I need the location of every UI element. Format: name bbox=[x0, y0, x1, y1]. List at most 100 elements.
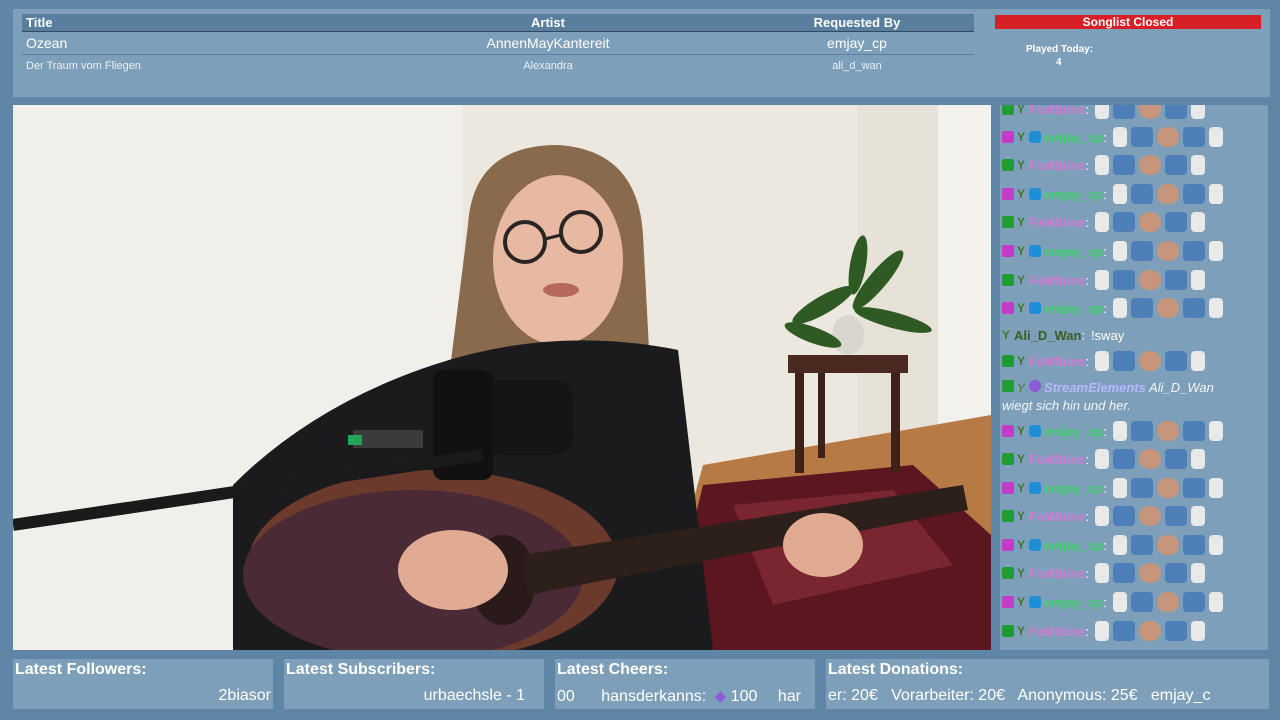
chat-message: Yemjay_cp: bbox=[1002, 239, 1227, 263]
chat-emote-icon bbox=[1190, 621, 1205, 641]
sprout-badge-icon: Y bbox=[1017, 424, 1026, 438]
songlist-panel: Title Artist Requested By Ozean AnnenMay… bbox=[13, 9, 1270, 97]
chat-username[interactable]: FaMIbine bbox=[1029, 354, 1085, 369]
chat-colon: : bbox=[1103, 300, 1107, 316]
chat-message: Yemjay_cp: bbox=[1002, 296, 1227, 320]
chat-emote-icon bbox=[1208, 241, 1223, 261]
chat-username[interactable]: FaMIbine bbox=[1029, 105, 1085, 117]
chat-emote-icon bbox=[1164, 270, 1187, 290]
chat-emote-icon bbox=[1190, 351, 1205, 371]
chat-emote-icon bbox=[1112, 421, 1127, 441]
subscriber-badge-icon bbox=[1029, 302, 1042, 314]
chat-emote-icon bbox=[1182, 535, 1205, 555]
chat-colon: : bbox=[1103, 129, 1107, 145]
cheer-user: hansderkanns: bbox=[601, 688, 707, 705]
chat-username[interactable]: emjay_cp bbox=[1044, 595, 1103, 610]
chat-emote-icon bbox=[1130, 421, 1153, 441]
chat-message: Yemjay_cp: bbox=[1002, 476, 1227, 500]
sprout-badge-icon: Y bbox=[1017, 105, 1026, 116]
mod-badge-icon bbox=[1002, 380, 1014, 392]
chat-username[interactable]: emjay_cp bbox=[1044, 424, 1103, 439]
chat-colon: : bbox=[1081, 327, 1086, 343]
donations-ticker: er: 20€ Vorarbeiter: 20€ Anonymous: 25€ … bbox=[828, 687, 1211, 704]
chat-username[interactable]: FaMIbine bbox=[1029, 215, 1085, 230]
chat-emote-icon bbox=[1138, 351, 1161, 371]
chat-emote-icon bbox=[1130, 478, 1153, 498]
sprout-badge-icon: Y bbox=[1017, 624, 1026, 638]
chat-emote-icon bbox=[1208, 184, 1223, 204]
widget-title: Latest Cheers: bbox=[557, 661, 669, 678]
header-requested-by: Requested By bbox=[813, 15, 901, 30]
chat-emote-icon bbox=[1112, 351, 1135, 371]
chat-emote-icon bbox=[1156, 421, 1179, 441]
sprout-badge-icon: Y bbox=[1017, 354, 1026, 368]
chat-emote-icon bbox=[1094, 449, 1109, 469]
chat-emote-icon bbox=[1112, 449, 1135, 469]
chat-emote-icon bbox=[1182, 421, 1205, 441]
chat-emote-icon bbox=[1112, 127, 1127, 147]
chat-emote-icon bbox=[1190, 506, 1205, 526]
video-feed bbox=[13, 105, 991, 650]
chat-emote-icon bbox=[1182, 592, 1205, 612]
chat-emote-icon bbox=[1138, 212, 1161, 232]
sprout-badge-icon: Y bbox=[1017, 381, 1026, 395]
subscriber-badge-icon bbox=[1029, 425, 1042, 437]
chat-emote-icon bbox=[1112, 105, 1135, 119]
chat-emote-icon bbox=[1164, 212, 1187, 232]
latest-follower-name: 2biasor bbox=[218, 687, 271, 704]
chat-emote-icon bbox=[1094, 506, 1109, 526]
sprout-badge-icon: Y bbox=[1017, 509, 1026, 523]
chat-username[interactable]: emjay_cp bbox=[1044, 244, 1103, 259]
chat-emote-icon bbox=[1190, 270, 1205, 290]
played-today-count: 4 bbox=[1056, 57, 1062, 68]
chat-username[interactable]: FaMIbine bbox=[1029, 624, 1085, 639]
chat-emote-icon bbox=[1190, 212, 1205, 232]
chat-username[interactable]: FaMIbine bbox=[1029, 158, 1085, 173]
cheer-prefix: 00 bbox=[557, 688, 575, 705]
chat-emote-icon bbox=[1208, 298, 1223, 318]
songlist-header: Title Artist Requested By bbox=[22, 14, 974, 32]
song-requester: ali_d_wan bbox=[832, 60, 882, 72]
chat-username[interactable]: FaMIbine bbox=[1029, 566, 1085, 581]
bits-icon: ◆ bbox=[714, 688, 727, 705]
header-title: Title bbox=[26, 15, 53, 30]
chat-username[interactable]: FaMIbine bbox=[1029, 509, 1085, 524]
chat-username[interactable]: FaMIbine bbox=[1029, 452, 1085, 467]
chat-message: Y FaMIbine: bbox=[1002, 105, 1209, 121]
chat-emote-icon bbox=[1130, 535, 1153, 555]
chat-username[interactable]: Ali_D_Wan bbox=[1014, 328, 1081, 343]
subscriber-badge-icon bbox=[1029, 131, 1042, 143]
sprout-badge-icon: Y bbox=[1002, 328, 1011, 342]
widget-title: Latest Subscribers: bbox=[286, 661, 436, 678]
sprout-badge-icon: Y bbox=[1017, 215, 1026, 229]
chat-message-text: wiegt sich hin und her. bbox=[1002, 398, 1131, 413]
chat-colon: : bbox=[1085, 214, 1089, 230]
songlist-table: Title Artist Requested By Ozean AnnenMay… bbox=[22, 14, 974, 77]
latest-followers-widget: Latest Followers: 2biasor bbox=[13, 659, 273, 709]
sprout-badge-icon: Y bbox=[1017, 595, 1026, 609]
chat-emote-icon bbox=[1112, 592, 1127, 612]
sprout-badge-icon: Y bbox=[1017, 158, 1026, 172]
chat-emote-icon bbox=[1130, 298, 1153, 318]
chat-username[interactable]: emjay_cp bbox=[1044, 481, 1103, 496]
chat-emote-icon bbox=[1164, 621, 1187, 641]
chat-username[interactable]: emjay_cp bbox=[1044, 538, 1103, 553]
chat-emote-icon bbox=[1130, 127, 1153, 147]
song-row-current: Ozean AnnenMayKantereit emjay_cp bbox=[22, 32, 974, 55]
chat-username[interactable]: emjay_cp bbox=[1044, 130, 1103, 145]
chat-emote-icon bbox=[1094, 105, 1109, 119]
chat-emote-icon bbox=[1156, 592, 1179, 612]
chat-emote-icon bbox=[1182, 241, 1205, 261]
chat-emote-icon bbox=[1094, 351, 1109, 371]
chat-username[interactable]: emjay_cp bbox=[1044, 301, 1103, 316]
chat-emote-icon bbox=[1164, 563, 1187, 583]
chat-emote-icon bbox=[1156, 127, 1179, 147]
chat-emote-icon bbox=[1112, 270, 1135, 290]
song-artist: Alexandra bbox=[523, 60, 573, 72]
mod-badge-icon bbox=[1002, 105, 1014, 115]
chat-username[interactable]: emjay_cp bbox=[1044, 187, 1103, 202]
chat-username[interactable]: StreamElements bbox=[1044, 380, 1146, 395]
chat-emote-icon bbox=[1130, 592, 1153, 612]
chat-emote-icon bbox=[1112, 535, 1127, 555]
chat-username[interactable]: FaMIbine bbox=[1029, 273, 1085, 288]
